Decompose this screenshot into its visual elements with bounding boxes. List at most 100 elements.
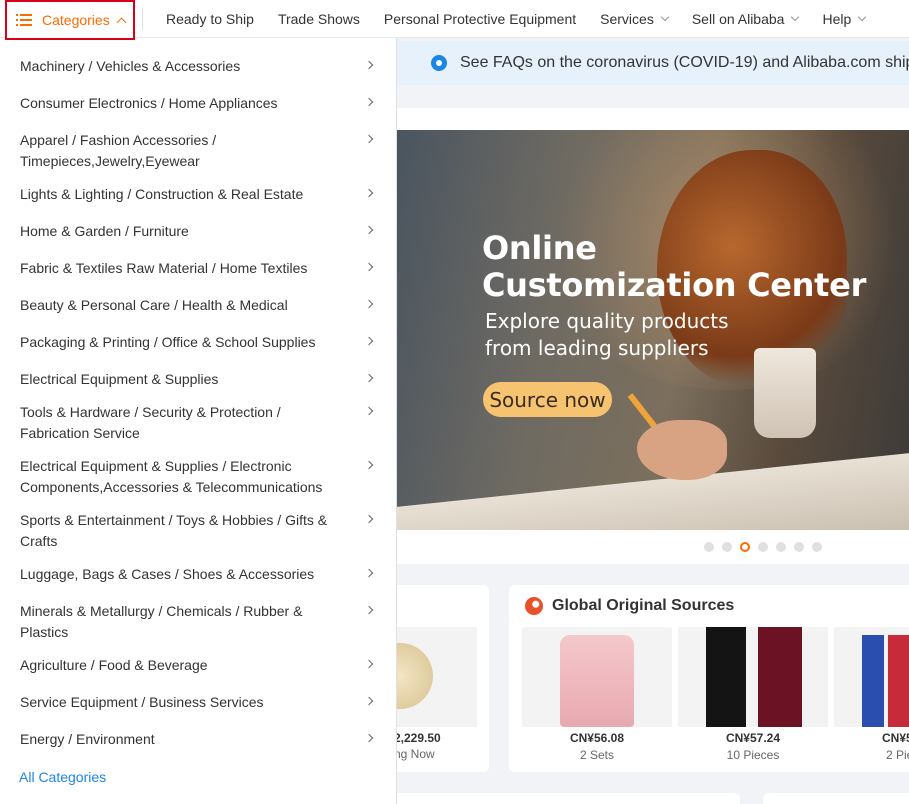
product-quantity: 10 Pieces [726, 748, 780, 762]
covid-notice-text: See FAQs on the coronavirus (COVID-19) a… [460, 54, 909, 71]
categories-button[interactable]: Categories [5, 0, 135, 40]
category-item-label: Beauty & Personal Care / Health & Medica… [20, 297, 288, 313]
category-item[interactable]: Apparel / Fashion Accessories / Timepiece… [0, 130, 396, 172]
category-item[interactable]: Minerals & Metallurgy / Chemicals / Rubb… [0, 601, 396, 643]
category-item[interactable]: Consumer Electronics / Home Appliances [0, 93, 396, 114]
hero-subtitle-line2: from leading suppliers [485, 336, 709, 360]
category-list: Machinery / Vehicles & Accessories Consum… [0, 56, 396, 750]
product-price: 2,229.50 [394, 731, 441, 745]
product-image[interactable] [397, 627, 477, 727]
chevron-right-icon [364, 60, 374, 70]
category-item[interactable]: Fabric & Textiles Raw Material / Home Te… [0, 258, 396, 279]
nav-link-label: Trade Shows [277, 11, 360, 27]
category-item[interactable]: Lights & Lighting / Construction & Real … [0, 184, 396, 205]
category-item-label: Tools & Hardware / Security & Protection… [20, 404, 281, 420]
nav-link-label: Ready to Ship [166, 11, 254, 27]
category-item-label: Sports & Entertainment / Toys & Hobbies … [20, 512, 328, 528]
hero-subtitle-line1: Explore quality products [485, 309, 729, 333]
global-sources-title-text: Global Original Sources [552, 597, 735, 614]
category-item-label: Agriculture / Food & Beverage [20, 657, 208, 673]
all-categories-link[interactable]: All Categories [19, 769, 106, 785]
nav-link[interactable]: Ready to Ship [166, 11, 254, 27]
product-image-pajamas[interactable] [522, 627, 672, 727]
chevron-right-icon [364, 514, 374, 524]
category-item-label: Fabrication Service [20, 425, 140, 441]
top-nav: Ready to Ship Trade Shows Personal Protect… [0, 0, 909, 38]
chevron-right-icon [364, 336, 374, 346]
category-item-label: Components,Accessories & Telecommunicati… [20, 479, 323, 495]
category-item-label: Consumer Electronics / Home Appliances [20, 95, 278, 111]
carousel-dot[interactable] [740, 542, 750, 552]
category-item[interactable]: Energy / Environment [0, 729, 396, 750]
location-pin-icon [431, 55, 447, 71]
chevron-right-icon [364, 605, 374, 615]
carousel-dot[interactable] [758, 542, 768, 552]
carousel-dots [704, 542, 830, 552]
category-item[interactable]: Service Equipment / Business Services [0, 692, 396, 713]
category-item-label: Lights & Lighting / Construction & Real … [20, 186, 304, 202]
product-item[interactable]: CN¥56.08 2 Sets [522, 627, 672, 762]
category-item[interactable]: Sports & Entertainment / Toys & Hobbies … [0, 510, 396, 552]
category-item-label: Packaging & Printing / Office & School S… [20, 334, 316, 350]
lower-card [380, 793, 740, 804]
nav-link-label: Sell on Alibaba [691, 11, 785, 27]
product-item[interactable]: CN¥57.24 10 Pieces [678, 627, 828, 762]
list-icon [16, 14, 32, 26]
chevron-right-icon [364, 188, 374, 198]
category-item-label: Fabric & Textiles Raw Material / Home Te… [20, 260, 308, 276]
category-item[interactable]: Home & Garden / Furniture [0, 221, 396, 242]
product-item[interactable]: CN¥5 2 Pie [834, 627, 909, 762]
carousel-dot[interactable] [776, 542, 786, 552]
category-item-label: Plastics [20, 624, 69, 640]
categories-dropdown: Machinery / Vehicles & Accessories Consum… [0, 38, 397, 804]
carousel-dot[interactable] [794, 542, 804, 552]
product-image-pants[interactable] [678, 627, 828, 727]
global-sources-title[interactable]: Global Original Sources [525, 597, 734, 615]
chevron-right-icon [364, 97, 374, 107]
source-now-button[interactable]: Source now [483, 382, 612, 417]
category-item[interactable]: Machinery / Vehicles & Accessories [0, 56, 396, 77]
nav-links: Ready to Ship Trade Shows Personal Protect… [166, 0, 889, 38]
covid-notice[interactable]: See FAQs on the coronavirus (COVID-19) a… [396, 41, 909, 85]
category-item-label: Minerals & Metallurgy / Chemicals / Rubb… [20, 603, 303, 619]
chevron-right-icon [364, 696, 374, 706]
product-image-bodysuit[interactable] [834, 627, 909, 727]
category-item-label: Machinery / Vehicles & Accessories [20, 58, 241, 74]
hero-title: Online Customization Center [482, 230, 866, 304]
nav-link[interactable]: Help [822, 11, 867, 27]
nav-link-label: Help [822, 11, 852, 27]
nav-link[interactable]: Sell on Alibaba [691, 11, 800, 27]
chevron-right-icon [364, 262, 374, 272]
chevron-right-icon [364, 733, 374, 743]
product-price: CN¥5 [882, 731, 909, 745]
category-item[interactable]: Electrical Equipment & Supplies / Electr… [0, 456, 396, 498]
hero-title-line2: Customization Center [482, 266, 867, 304]
nav-divider [142, 8, 143, 30]
category-item[interactable]: Packaging & Printing / Office & School S… [0, 332, 396, 353]
chevron-right-icon [364, 406, 374, 416]
product-price: CN¥56.08 [569, 731, 625, 745]
page: Ready to Ship Trade Shows Personal Protect… [0, 0, 909, 804]
product-quantity: 2 Sets [579, 748, 615, 762]
nav-link-label: Personal Protective Equipment [383, 11, 577, 27]
category-item[interactable]: Luggage, Bags & Cases / Shoes & Accessor… [0, 564, 396, 585]
hero-subtitle: Explore quality products from leading su… [485, 308, 729, 362]
nav-link[interactable]: Personal Protective Equipment [384, 11, 576, 27]
nav-link[interactable]: Trade Shows [278, 11, 360, 27]
category-item-label: Timepieces,Jewelry,Eyewear [20, 153, 200, 169]
carousel-dot[interactable] [722, 542, 732, 552]
chevron-right-icon [364, 373, 374, 383]
chevron-right-icon [364, 134, 374, 144]
category-item[interactable]: Electrical Equipment & Supplies [0, 369, 396, 390]
lower-card [763, 793, 909, 804]
category-item[interactable]: Agriculture / Food & Beverage [0, 655, 396, 676]
hero-banner[interactable]: Online Customization Center Explore qual… [397, 130, 909, 530]
category-item-label: Electrical Equipment & Supplies / Electr… [20, 458, 292, 474]
carousel-dot[interactable] [812, 542, 822, 552]
chevron-right-icon [364, 460, 374, 470]
carousel-dot[interactable] [704, 542, 714, 552]
hero-hand-image [637, 420, 727, 480]
nav-link[interactable]: Services [600, 11, 670, 27]
category-item[interactable]: Beauty & Personal Care / Health & Medica… [0, 295, 396, 316]
category-item[interactable]: Tools & Hardware / Security & Protection… [0, 402, 396, 444]
